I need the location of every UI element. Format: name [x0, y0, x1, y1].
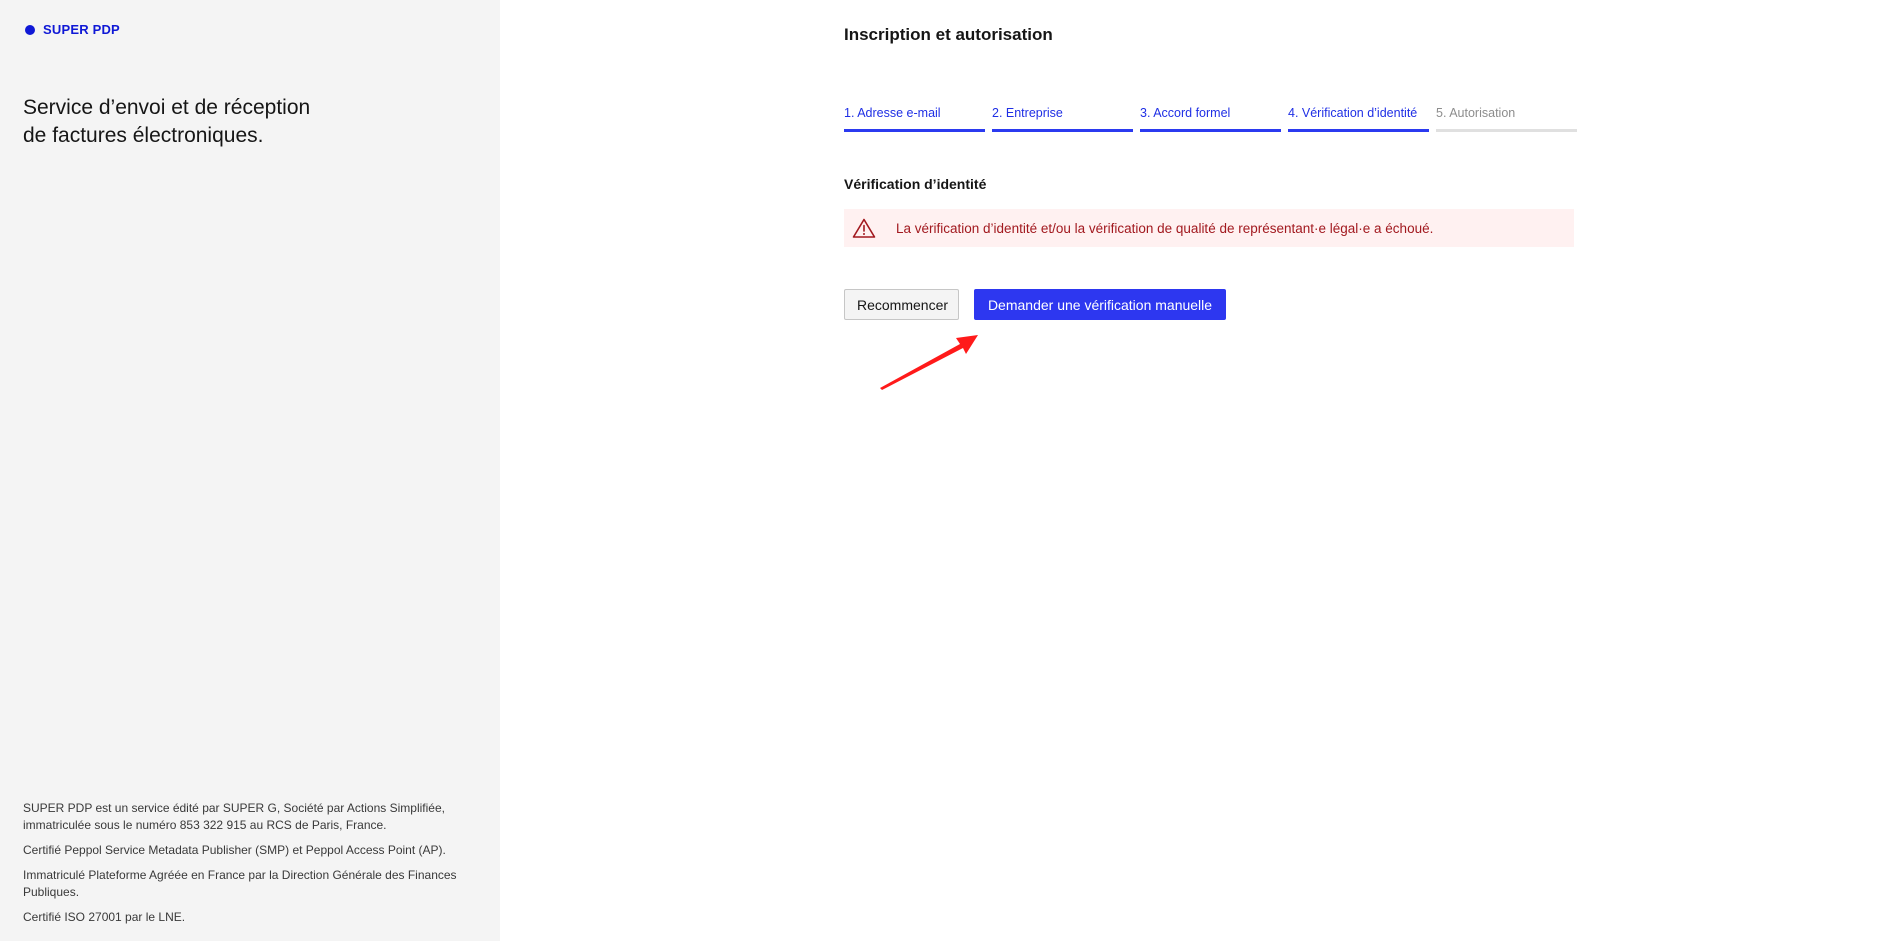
section-title: Vérification d’identité	[844, 176, 987, 192]
tagline-line-2: de factures électroniques.	[23, 124, 264, 147]
brand-name: SUPER PDP	[43, 22, 120, 37]
brand-dot-icon	[25, 24, 35, 35]
footer-registration: Immatriculé Plateforme Agréée en France …	[23, 868, 457, 899]
restart-button[interactable]: Recommencer	[844, 289, 959, 320]
footer-peppol-cert: Certifié Peppol Service Metadata Publish…	[23, 843, 446, 857]
step-formal-agreement[interactable]: 3. Accord formel	[1140, 105, 1281, 132]
sidebar: SUPER PDP Service d’envoi et de réceptio…	[0, 0, 500, 941]
legal-footer: SUPER PDP est un service édité par SUPER…	[23, 800, 463, 934]
request-manual-verification-button[interactable]: Demander une vérification manuelle	[974, 289, 1226, 320]
tagline-line-1: Service d’envoi et de réception	[23, 96, 311, 119]
error-alert: La vérification d’identité et/ou la véri…	[844, 209, 1574, 247]
brand[interactable]: SUPER PDP	[25, 22, 120, 37]
page-title: Inscription et autorisation	[844, 25, 1053, 44]
alert-message: La vérification d’identité et/ou la véri…	[896, 220, 1434, 236]
step-authorization: 5. Autorisation	[1436, 105, 1577, 132]
progress-stepper: 1. Adresse e-mail 2. Entreprise 3. Accor…	[844, 105, 1577, 132]
annotation-arrow-icon	[880, 335, 978, 390]
step-company[interactable]: 2. Entreprise	[992, 105, 1133, 132]
step-email[interactable]: 1. Adresse e-mail	[844, 105, 985, 132]
step-identity-verification[interactable]: 4. Vérification d’identité	[1288, 105, 1429, 132]
warning-triangle-icon	[852, 218, 876, 238]
footer-company-info: SUPER PDP est un service édité par SUPER…	[23, 801, 445, 832]
tagline: Service d’envoi et de réception de factu…	[23, 94, 343, 150]
footer-iso-cert: Certifié ISO 27001 par le LNE.	[23, 910, 186, 924]
